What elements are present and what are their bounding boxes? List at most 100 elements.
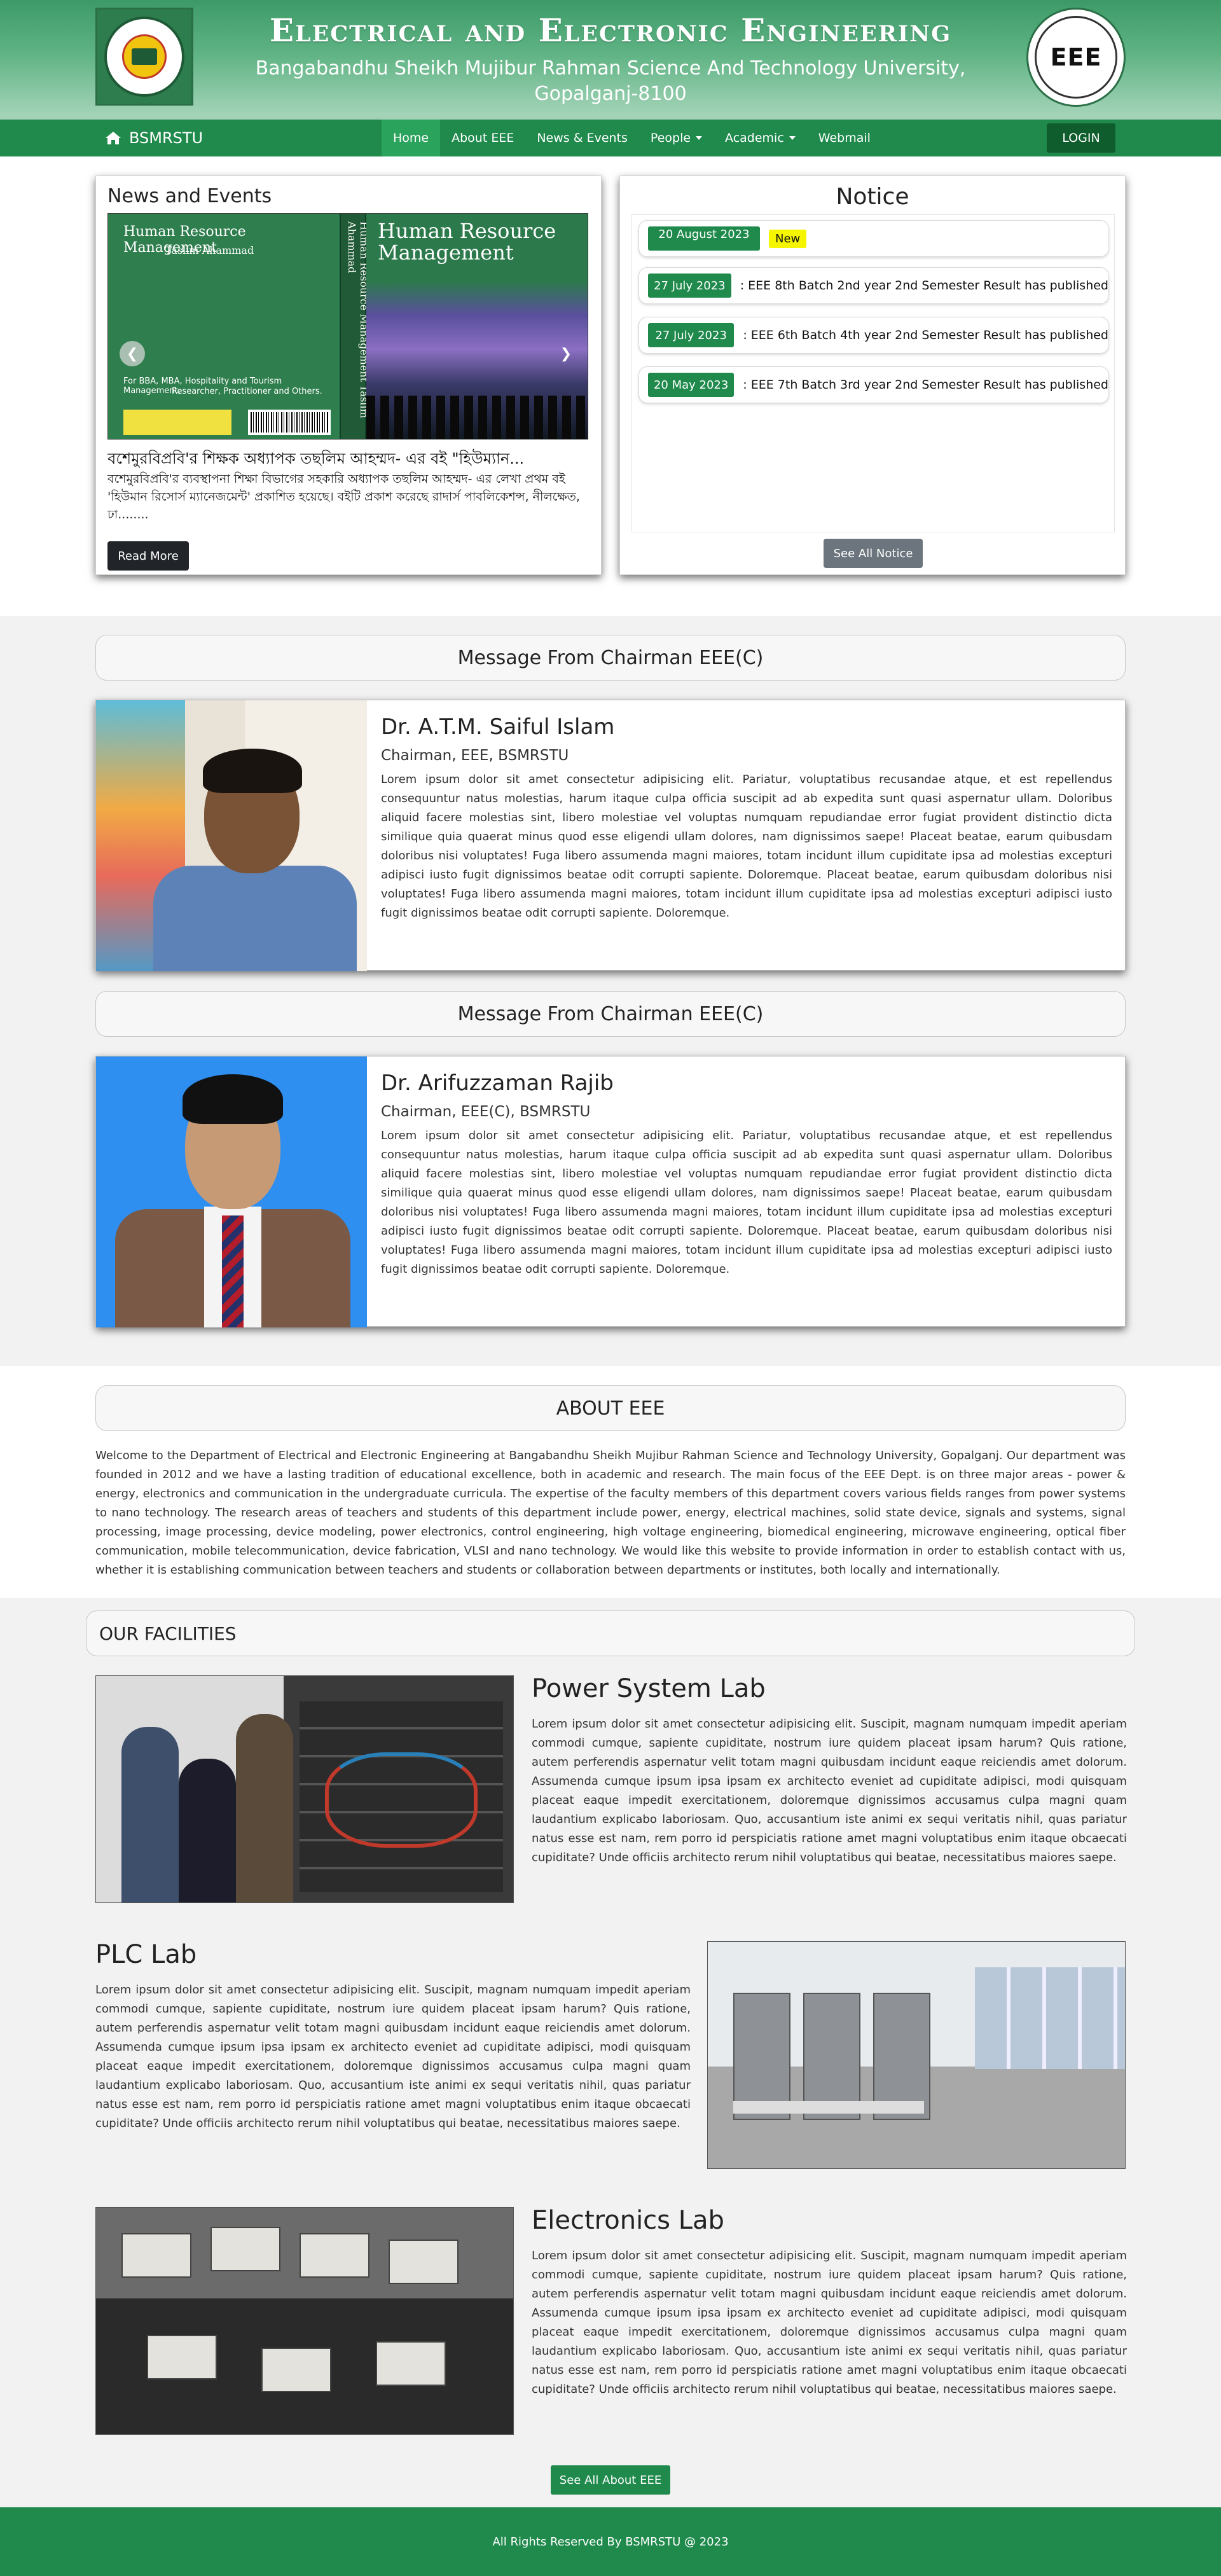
nav-item-label: Home bbox=[393, 131, 429, 145]
nav-item-people[interactable]: People bbox=[639, 120, 714, 156]
book-front-title: Human Resource Management bbox=[378, 219, 556, 265]
about-section-title: ABOUT EEE bbox=[95, 1385, 1126, 1431]
instrument bbox=[147, 2335, 217, 2379]
notice-text: : EEE 7th Batch 3rd year 2nd Semester Re… bbox=[743, 378, 1108, 392]
chevron-left-icon[interactable]: ❮ bbox=[120, 341, 145, 366]
notice-item[interactable]: 27 July 2023 : EEE 6th Batch 4th year 2n… bbox=[638, 317, 1109, 354]
chairman-name: Dr. A.T.M. Saiful Islam bbox=[381, 714, 615, 740]
notice-date: 20 August 2023 bbox=[648, 226, 760, 251]
chairman-message-text: Lorem ipsum dolor sit amet consectetur a… bbox=[381, 1129, 1112, 1276]
message-body: Dr. Arifuzzaman Rajib Chairman, EEE(C), … bbox=[381, 1070, 1112, 1279]
plc-lab-image bbox=[707, 1941, 1126, 2169]
nav-menu: Home About EEE News & Events People Acad… bbox=[382, 120, 882, 156]
news-excerpt: বশেমুরবিপ্রবি'র ব্যবস্থাপনা শিক্ষা বিভাগ… bbox=[107, 472, 580, 522]
book-back-audience-2: Researcher, Practitioner and Others. bbox=[172, 387, 322, 396]
book-back-author: Taslim Ahammad bbox=[165, 244, 254, 256]
navbar-brand[interactable]: BSMRSTU bbox=[105, 120, 203, 156]
notice-text: : EEE 8th Batch 2nd year 2nd Semester Re… bbox=[740, 279, 1108, 293]
nav-item-label: People bbox=[650, 131, 691, 145]
about-text: Welcome to the Department of Electrical … bbox=[95, 1449, 1126, 1577]
chairman-role: Chairman, EEE, BSMRSTU bbox=[381, 747, 569, 764]
main-navbar: BSMRSTU Home About EEE News & Events Peo… bbox=[0, 120, 1221, 156]
nav-item-webmail[interactable]: Webmail bbox=[807, 120, 882, 156]
nav-item-home[interactable]: Home bbox=[382, 120, 441, 156]
about-eee-section: ABOUT EEE Welcome to the Department of E… bbox=[0, 1366, 1221, 1598]
home-icon bbox=[106, 132, 121, 144]
publisher-label bbox=[123, 410, 231, 435]
nav-item-label: Academic bbox=[725, 131, 784, 145]
nav-item-label: News & Events bbox=[537, 131, 628, 145]
nav-item-label: Webmail bbox=[818, 131, 871, 145]
instrument bbox=[389, 2240, 459, 2284]
person-figure bbox=[121, 1727, 179, 1902]
photo-hair bbox=[183, 1074, 283, 1124]
eee-logo-text: EEE bbox=[1050, 43, 1102, 71]
message-section-title: Message From Chairman EEE(C) bbox=[95, 635, 1126, 681]
lab-description: Lorem ipsum dolor sit amet consectetur a… bbox=[532, 1717, 1127, 1864]
chevron-right-icon[interactable]: ❯ bbox=[553, 341, 579, 366]
notice-text: : EEE 6th Batch 4th year 2nd Semester Re… bbox=[743, 328, 1108, 342]
news-carousel-image[interactable]: Human Resource Management Taslim Ahammad… bbox=[107, 213, 588, 440]
notice-list: 20 August 2023 New 27 July 2023 : EEE 8t… bbox=[631, 214, 1115, 532]
site-header: Electrical and Electronic Engineering Ba… bbox=[0, 0, 1221, 120]
patch-wires bbox=[325, 1752, 478, 1848]
chairman-message-card: Dr. Arifuzzaman Rajib Chairman, EEE(C), … bbox=[95, 1056, 1126, 1327]
eee-logo-icon[interactable]: EEE bbox=[1026, 8, 1126, 107]
notice-item[interactable]: 27 July 2023 : EEE 8th Batch 2nd year 2n… bbox=[638, 267, 1109, 304]
news-notice-section: News and Events Human Resource Managemen… bbox=[0, 156, 1221, 616]
instrument bbox=[376, 2341, 446, 2386]
read-more-button[interactable]: Read More bbox=[107, 541, 189, 571]
chairman-messages-section: Message From Chairman EEE(C) Dr. A.T.M. … bbox=[0, 616, 1221, 1366]
chairman-name: Dr. Arifuzzaman Rajib bbox=[381, 1070, 614, 1096]
power-system-lab-image bbox=[95, 1675, 514, 1903]
caret-down-icon bbox=[696, 136, 703, 140]
workbench bbox=[733, 2101, 924, 2114]
nav-item-academic[interactable]: Academic bbox=[714, 120, 807, 156]
eee-logo-ring: EEE bbox=[1035, 16, 1117, 99]
chairman-photo bbox=[96, 700, 367, 971]
login-button[interactable]: LOGIN bbox=[1047, 123, 1115, 153]
chairman-photo bbox=[96, 1056, 367, 1327]
notice-date: 27 July 2023 bbox=[648, 323, 735, 347]
electronics-lab-image bbox=[95, 2207, 514, 2435]
person-figure bbox=[236, 1714, 293, 1902]
raised-hands-graphic bbox=[366, 396, 588, 439]
barcode bbox=[248, 410, 331, 435]
site-footer: All Rights Reserved By BSMRSTU @ 2023 bbox=[0, 2507, 1221, 2576]
notice-item[interactable]: 20 May 2023 : EEE 7th Batch 3rd year 2nd… bbox=[638, 366, 1109, 403]
facilities-title: OUR FACILITIES bbox=[86, 1610, 1135, 1656]
notice-card-title: Notice bbox=[836, 184, 909, 210]
lab-description: Lorem ipsum dolor sit amet consectetur a… bbox=[95, 1983, 691, 2130]
lab-title: Electronics Lab bbox=[532, 2206, 724, 2235]
news-headline[interactable]: বশেমুরবিপ্রবি'র শিক্ষক অধ্যাপক তছলিম আহম… bbox=[107, 447, 591, 473]
lab-title: Power System Lab bbox=[532, 1674, 766, 1703]
chairman-message-text: Lorem ipsum dolor sit amet consectetur a… bbox=[381, 773, 1112, 920]
instrument bbox=[210, 2227, 280, 2271]
chairman-message-card: Dr. A.T.M. Saiful Islam Chairman, EEE, B… bbox=[95, 700, 1126, 971]
notice-item[interactable]: 20 August 2023 New bbox=[638, 220, 1109, 257]
notice-card: Notice 20 August 2023 New 27 July 2023 :… bbox=[619, 176, 1126, 575]
message-body: Dr. A.T.M. Saiful Islam Chairman, EEE, B… bbox=[381, 714, 1112, 923]
see-all-about-button[interactable]: See All About EEE bbox=[551, 2465, 670, 2495]
new-badge: New bbox=[769, 229, 807, 248]
oscilloscope bbox=[121, 2233, 191, 2278]
lab-title: PLC Lab bbox=[95, 1940, 197, 1969]
lab-description: Lorem ipsum dolor sit amet consectetur a… bbox=[532, 2249, 1127, 2396]
message-section-title: Message From Chairman EEE(C) bbox=[95, 991, 1126, 1037]
photo-body bbox=[153, 866, 357, 971]
book-back-cover: Human Resource Management Taslim Ahammad… bbox=[108, 214, 340, 439]
person-figure bbox=[179, 1759, 236, 1902]
see-all-notice-button[interactable]: See All Notice bbox=[824, 539, 923, 568]
photo-tie bbox=[222, 1215, 244, 1327]
nav-item-label: About EEE bbox=[452, 131, 514, 145]
book-spine: Human Resource Management Taslim Ahammad bbox=[340, 214, 370, 439]
caret-down-icon bbox=[789, 136, 796, 140]
notice-date: 20 May 2023 bbox=[648, 373, 735, 397]
nav-item-news-events[interactable]: News & Events bbox=[525, 120, 639, 156]
nav-item-about-eee[interactable]: About EEE bbox=[440, 120, 525, 156]
facilities-section: OUR FACILITIES Power System Lab Lorem ip… bbox=[0, 1598, 1221, 2507]
window bbox=[975, 1967, 1125, 2069]
footer-text: All Rights Reserved By BSMRSTU @ 2023 bbox=[492, 2535, 729, 2549]
notice-date: 27 July 2023 bbox=[648, 274, 731, 298]
news-events-card: News and Events Human Resource Managemen… bbox=[95, 176, 602, 575]
